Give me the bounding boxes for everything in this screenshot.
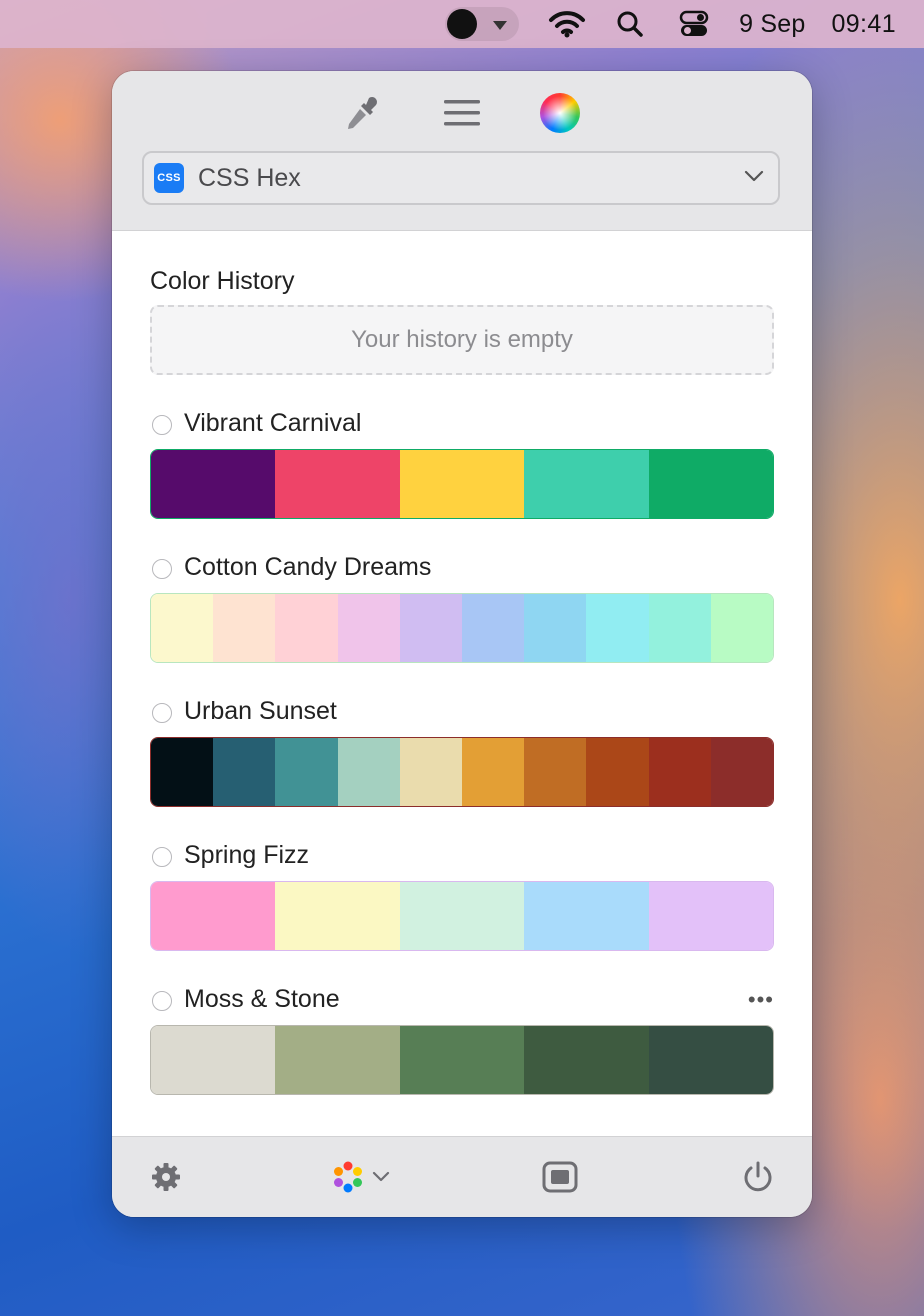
palette-radio[interactable] xyxy=(152,415,172,435)
palette-swatches xyxy=(150,881,774,951)
control-center-icon[interactable] xyxy=(679,10,709,38)
more-options-icon[interactable]: ••• xyxy=(748,987,774,1013)
color-history-title: Color History xyxy=(150,267,295,295)
palette-name: Urban Sunset xyxy=(184,697,337,725)
color-swatch[interactable] xyxy=(151,882,276,950)
eyedropper-icon[interactable] xyxy=(340,91,384,135)
color-swatch[interactable] xyxy=(337,738,400,806)
format-select[interactable]: CSS CSS Hex xyxy=(142,151,780,205)
color-swatch[interactable] xyxy=(399,450,525,518)
color-swatch[interactable] xyxy=(524,1026,649,1094)
color-swatch[interactable] xyxy=(648,594,711,662)
color-swatch[interactable] xyxy=(213,738,276,806)
color-swatch[interactable] xyxy=(648,1026,773,1094)
color-swatch[interactable] xyxy=(275,882,400,950)
palette-name: Spring Fizz xyxy=(184,841,310,869)
palette-radio[interactable] xyxy=(152,559,172,579)
color-swatch[interactable] xyxy=(151,1026,276,1094)
color-swatch[interactable] xyxy=(524,450,649,518)
color-swatch[interactable] xyxy=(524,594,587,662)
top-toolbar: CSS CSS Hex xyxy=(112,71,812,231)
palette-radio[interactable] xyxy=(152,991,172,1011)
palette-spring-fizz: Spring Fizz xyxy=(150,839,774,951)
color-swatch[interactable] xyxy=(151,594,214,662)
color-swatch[interactable] xyxy=(337,594,400,662)
color-swatch[interactable] xyxy=(586,738,649,806)
window-icon[interactable] xyxy=(540,1159,580,1195)
menu-bar: 9 Sep 09:41 xyxy=(0,0,924,48)
color-swatch[interactable] xyxy=(648,738,711,806)
color-swatch[interactable] xyxy=(151,450,276,518)
color-swatch[interactable] xyxy=(213,594,276,662)
color-swatch[interactable] xyxy=(151,738,214,806)
color-swatch[interactable] xyxy=(524,738,587,806)
power-icon[interactable] xyxy=(740,1159,776,1195)
color-swatch[interactable] xyxy=(524,882,649,950)
palette-urban-sunset: Urban Sunset xyxy=(150,695,774,807)
wifi-icon[interactable] xyxy=(547,10,587,38)
color-swatch[interactable] xyxy=(648,450,773,518)
chevron-down-icon xyxy=(493,21,508,30)
color-swatch[interactable] xyxy=(275,450,400,518)
palette-vibrant-carnival: Vibrant Carnival xyxy=(150,407,774,519)
format-select-label: CSS Hex xyxy=(198,163,301,192)
settings-gear-icon[interactable] xyxy=(148,1159,184,1195)
color-picker-popover: CSS CSS Hex Color History Your history i… xyxy=(112,71,812,1217)
palette-name: Moss & Stone xyxy=(184,985,340,1013)
color-swatch[interactable] xyxy=(275,594,338,662)
palette-swatches xyxy=(150,449,774,519)
list-icon[interactable] xyxy=(440,91,484,135)
app-menu-icon[interactable] xyxy=(445,7,520,41)
palette-moss-and-stone: Moss & Stone ••• xyxy=(150,983,774,1095)
palette-name: Cotton Candy Dreams xyxy=(184,553,432,581)
color-swatch[interactable] xyxy=(399,594,463,662)
chevron-down-icon[interactable] xyxy=(370,1159,392,1195)
color-swatch[interactable] xyxy=(648,882,773,950)
color-swatch[interactable] xyxy=(275,1026,400,1094)
palette-swatches xyxy=(150,737,774,807)
color-swatch[interactable] xyxy=(399,1026,525,1094)
css-format-icon: CSS xyxy=(154,163,184,193)
color-swatch[interactable] xyxy=(586,594,649,662)
color-swatch[interactable] xyxy=(710,738,773,806)
palette-name: Vibrant Carnival xyxy=(184,409,362,437)
color-swatch[interactable] xyxy=(462,594,525,662)
color-swatch[interactable] xyxy=(710,594,773,662)
color-swatch[interactable] xyxy=(275,738,338,806)
search-icon[interactable] xyxy=(615,10,645,38)
chevron-down-icon xyxy=(744,169,764,188)
color-swatch[interactable] xyxy=(399,738,463,806)
color-swatch[interactable] xyxy=(399,882,525,950)
palette-radio[interactable] xyxy=(152,847,172,867)
palette-list: Color History Your history is empty Vibr… xyxy=(112,231,812,1136)
color-history-empty: Your history is empty xyxy=(150,305,774,375)
color-palette-icon[interactable] xyxy=(330,1159,366,1195)
menu-bar-date[interactable]: 9 Sep xyxy=(739,10,805,39)
palette-cotton-candy-dreams: Cotton Candy Dreams xyxy=(150,551,774,663)
color-wheel-icon[interactable] xyxy=(538,91,582,135)
palette-swatches xyxy=(150,1025,774,1095)
palette-swatches xyxy=(150,593,774,663)
color-swatch[interactable] xyxy=(462,738,525,806)
palette-radio[interactable] xyxy=(152,703,172,723)
menu-bar-time[interactable]: 09:41 xyxy=(831,10,896,39)
bottom-toolbar xyxy=(112,1136,812,1217)
